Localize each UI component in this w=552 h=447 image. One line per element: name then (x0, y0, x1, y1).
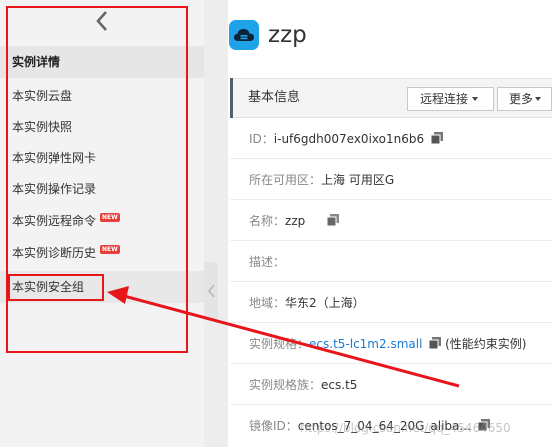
caret-down-icon (535, 97, 542, 101)
remote-connect-button[interactable]: 远程连接 (407, 87, 494, 111)
sidebar-item-diagnosis-history[interactable]: 本实例诊断历史 NEW (0, 237, 204, 269)
sidebar-item-label: 本实例诊断历史 (12, 246, 97, 260)
button-label: 更多 (509, 92, 534, 106)
edit-name-icon[interactable] (326, 202, 340, 240)
field-label: 描述： (249, 255, 286, 269)
zone-value: 上海 可用区G (321, 173, 395, 187)
name-value: zzp (285, 214, 306, 228)
sidebar-item-label: 本实例操作记录 (12, 182, 97, 196)
field-label: 镜像ID： (249, 419, 298, 433)
field-label: 实例规格： (249, 337, 310, 351)
field-label: 所在可用区： (249, 173, 322, 187)
sidebar-item-label: 本实例远程命令 (12, 214, 97, 228)
basic-info-title: 基本信息 (248, 90, 301, 105)
watermark: https://blog.csdn.net/qq_45464650 (300, 421, 511, 435)
caret-down-icon (472, 97, 479, 101)
sidebar-item-operation-log[interactable]: 本实例操作记录 (0, 173, 204, 205)
new-badge: NEW (100, 245, 120, 254)
header-accent-bar (230, 78, 233, 118)
copy-icon[interactable] (430, 120, 443, 158)
chevron-left-icon (96, 11, 107, 31)
sidebar-collapse-button[interactable] (0, 0, 204, 42)
sidebar-header-instance-details[interactable]: 实例详情 (0, 46, 204, 78)
field-row-spec: 实例规格：ecs.t5-lc1m2.small (性能约束实例) (230, 324, 552, 364)
copy-icon[interactable] (428, 325, 442, 363)
field-row-name: 名称：zzp (230, 201, 552, 241)
instance-spec-link[interactable]: ecs.t5-lc1m2.small (309, 337, 422, 351)
sidebar-item-disks[interactable]: 本实例云盘 (0, 80, 204, 112)
field-row-description: 描述： (230, 242, 552, 282)
sidebar-item-label: 本实例安全组 (12, 280, 85, 294)
spec-note: (性能约束实例) (445, 337, 527, 351)
button-label: 远程连接 (420, 92, 469, 106)
sidebar-item-label: 本实例云盘 (12, 89, 73, 103)
more-button[interactable]: 更多 (497, 87, 552, 111)
new-badge: NEW (100, 213, 120, 222)
field-row-id: ID：i-uf6gdh007ex0ixo1n6b6 (230, 119, 552, 159)
field-label: 地域： (249, 296, 286, 310)
field-row-zone: 所在可用区：上海 可用区G (230, 160, 552, 200)
field-label: 名称： (249, 214, 286, 228)
sidebar-item-eni[interactable]: 本实例弹性网卡 (0, 142, 204, 174)
spec-family-value: ecs.t5 (321, 378, 358, 392)
sidebar-item-security-group[interactable]: 本实例安全组 (0, 271, 204, 303)
field-row-region: 地域：华东2（上海） (230, 283, 552, 323)
cloud-server-icon (229, 20, 259, 50)
field-row-spec-family: 实例规格族：ecs.t5 (230, 365, 552, 405)
instance-id-value: i-uf6gdh007ex0ixo1n6b6 (273, 132, 425, 146)
field-label: ID： (249, 132, 274, 146)
sidebar-item-label: 本实例弹性网卡 (12, 151, 97, 165)
sidebar-item-label: 本实例快照 (12, 120, 73, 134)
field-label: 实例规格族： (249, 378, 322, 392)
sidebar-item-remote-commands[interactable]: 本实例远程命令 NEW (0, 205, 204, 237)
instance-name-title: zzp (268, 22, 307, 48)
panel-splitter (204, 0, 228, 447)
splitter-collapse-tab[interactable] (204, 262, 218, 320)
chevron-left-icon (207, 284, 215, 298)
region-value: 华东2（上海） (285, 296, 365, 310)
sidebar-item-snapshots[interactable]: 本实例快照 (0, 111, 204, 143)
